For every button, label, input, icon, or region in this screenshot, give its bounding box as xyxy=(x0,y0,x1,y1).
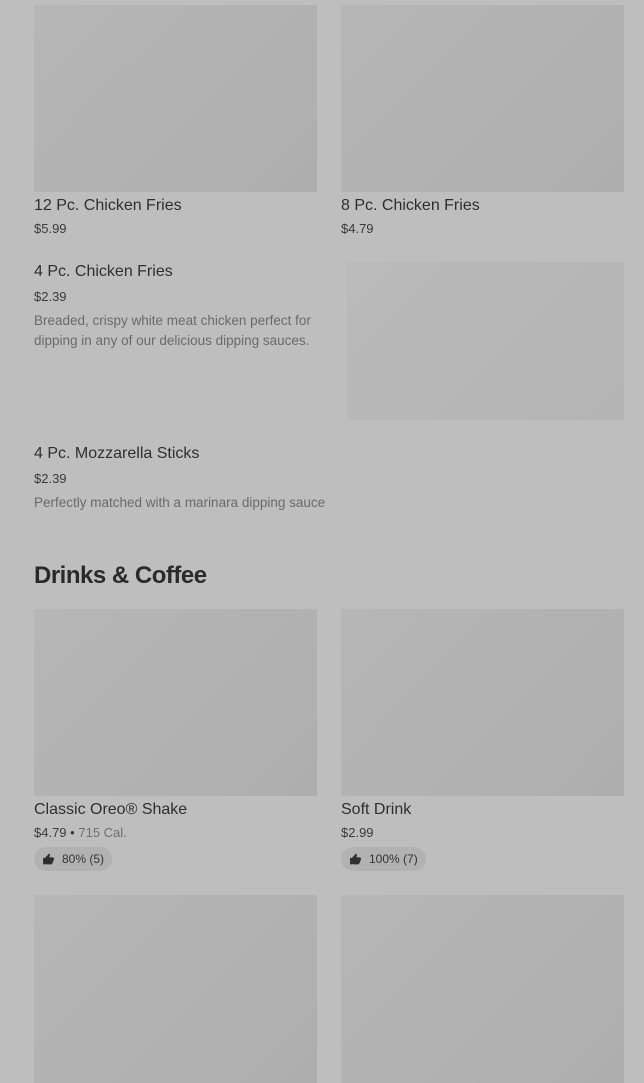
item-price-mozzarella-sticks: $2.39 xyxy=(34,471,67,486)
item-image-12pc-chicken-fries[interactable] xyxy=(34,5,317,192)
item-title-mozzarella-sticks[interactable]: 4 Pc. Mozzarella Sticks xyxy=(34,445,199,463)
item-title-8pc-chicken-fries[interactable]: 8 Pc. Chicken Fries xyxy=(341,197,480,215)
item-image-drink-3[interactable] xyxy=(34,895,317,1083)
rating-text: 100% (7) xyxy=(369,852,418,866)
item-image-8pc-chicken-fries[interactable] xyxy=(341,5,624,192)
price-value: $4.79 xyxy=(34,825,67,840)
item-image-classic-oreo-shake[interactable] xyxy=(34,609,317,796)
item-price-12pc-chicken-fries: $5.99 xyxy=(34,221,67,236)
rating-badge-classic-oreo-shake: 80% (5) xyxy=(34,847,113,871)
item-image-soft-drink[interactable] xyxy=(341,609,624,796)
thumbs-up-icon xyxy=(42,853,55,866)
item-title-classic-oreo-shake[interactable]: Classic Oreo® Shake xyxy=(34,801,187,819)
rating-badge-soft-drink: 100% (7) xyxy=(341,847,426,871)
item-title-4pc-chicken-fries[interactable]: 4 Pc. Chicken Fries xyxy=(34,263,173,281)
item-price-4pc-chicken-fries: $2.39 xyxy=(34,289,67,304)
item-image-4pc-chicken-fries[interactable] xyxy=(347,262,624,420)
item-description-4pc-chicken-fries: Breaded, crispy white meat chicken perfe… xyxy=(34,313,311,348)
item-price-classic-oreo-shake: $4.79 • 715 Cal. xyxy=(34,825,127,840)
item-price-soft-drink: $2.99 xyxy=(341,825,374,840)
item-title-12pc-chicken-fries[interactable]: 12 Pc. Chicken Fries xyxy=(34,197,182,215)
rating-text: 80% (5) xyxy=(62,852,105,866)
item-price-8pc-chicken-fries: $4.79 xyxy=(341,221,374,236)
calories-value: 715 Cal. xyxy=(78,825,127,840)
price-separator: • xyxy=(70,825,75,840)
item-description-mozzarella-sticks: Perfectly matched with a marinara dippin… xyxy=(34,495,326,510)
item-title-soft-drink[interactable]: Soft Drink xyxy=(341,801,411,819)
section-title-drinks-coffee: Drinks & Coffee xyxy=(34,562,207,589)
item-image-drink-4[interactable] xyxy=(341,895,624,1083)
thumbs-up-icon xyxy=(349,853,362,866)
